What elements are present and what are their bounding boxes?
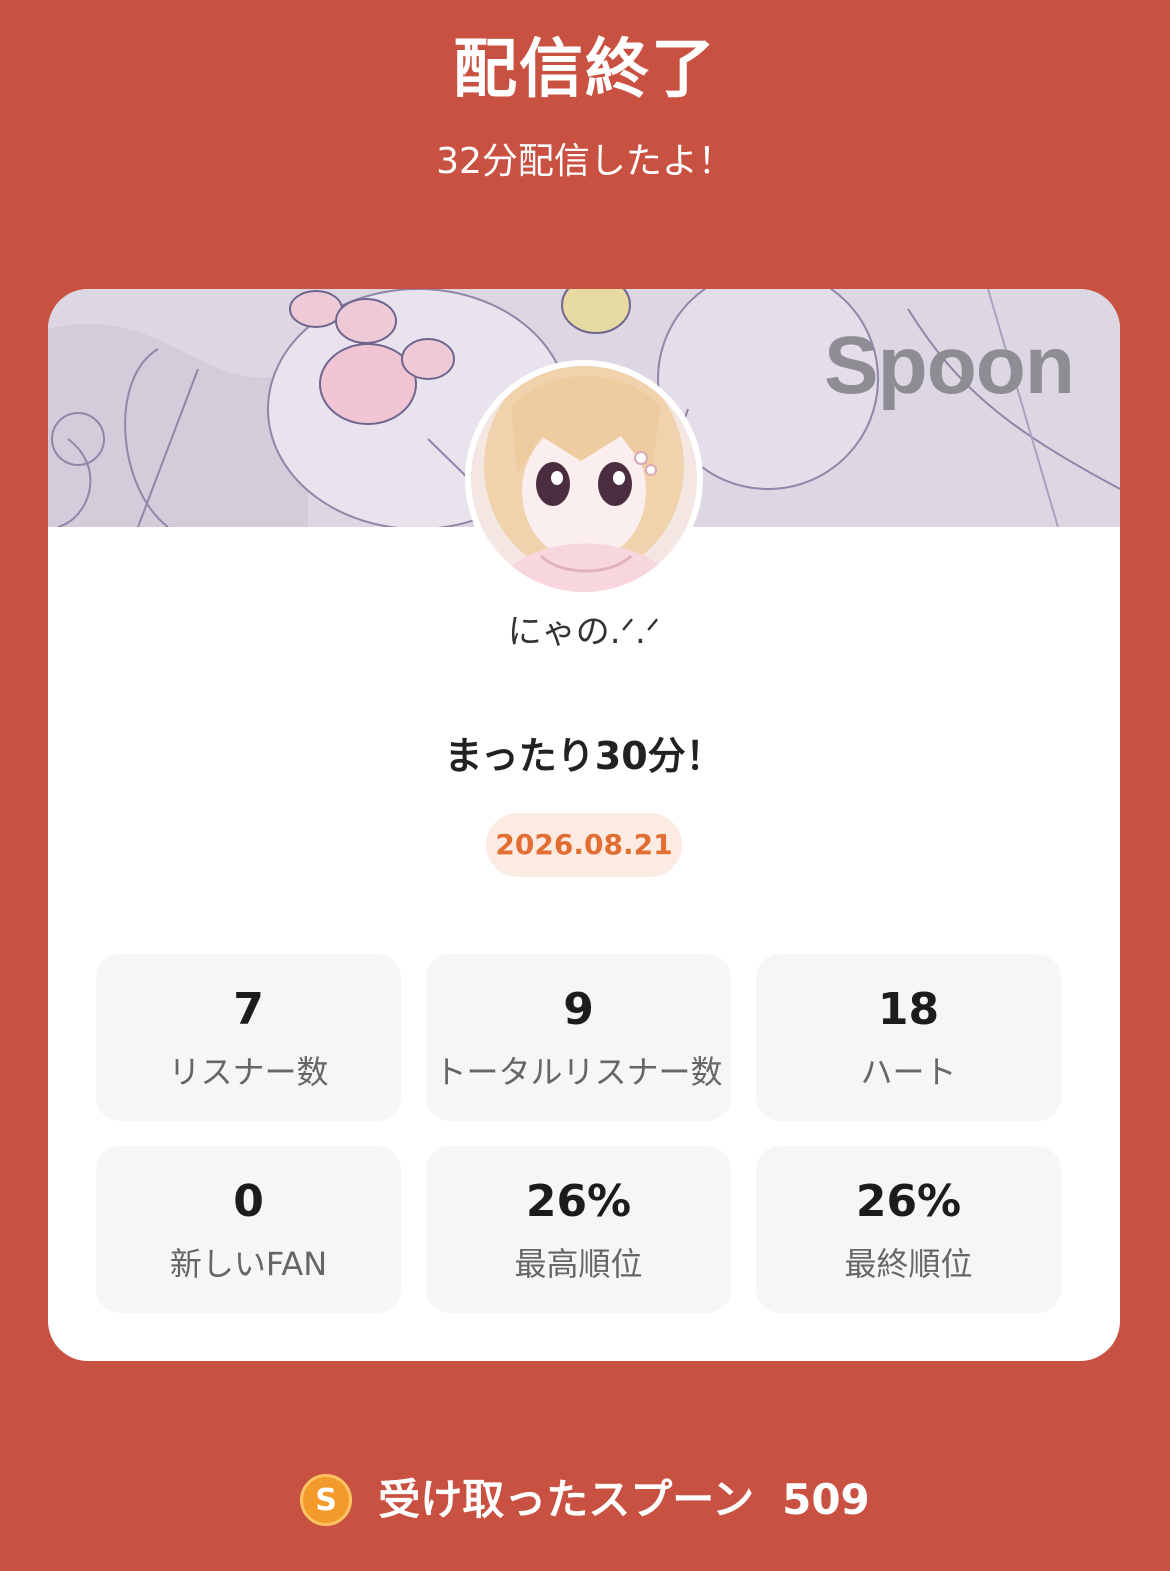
broadcast-date-badge: 2026.08.21 bbox=[486, 813, 682, 877]
stat-value: 0 bbox=[233, 1176, 264, 1227]
spoon-logo: Spoon bbox=[823, 320, 1075, 411]
received-spoons-label: 受け取ったスプーン bbox=[378, 1475, 755, 1524]
received-spoons-count: 509 bbox=[782, 1475, 870, 1524]
stat-value: 18 bbox=[877, 984, 940, 1035]
avatar[interactable] bbox=[465, 360, 703, 598]
broadcast-title: まったり30分！ bbox=[444, 734, 724, 778]
broadcast-summary-card: Spoon にゃの.ᐟ.ᐟ まったり30分！ 2026.08.21 7 リスナー… bbox=[48, 289, 1120, 1361]
stat-highest-rank: 26% 最高順位 bbox=[426, 1146, 731, 1313]
stat-label: 新しいFAN bbox=[169, 1245, 328, 1283]
stat-new-fans: 0 新しいFAN bbox=[96, 1146, 401, 1313]
stat-value: 26% bbox=[525, 1176, 632, 1227]
stat-value: 26% bbox=[855, 1176, 962, 1227]
received-spoons: S 受け取ったスプーン 509 bbox=[0, 1470, 1170, 1530]
stat-hearts: 18 ハート bbox=[756, 954, 1061, 1121]
streamer-name: にゃの.ᐟ.ᐟ bbox=[507, 612, 661, 652]
avatar-illustration bbox=[471, 366, 697, 592]
spoon-coin-icon: S bbox=[300, 1474, 353, 1526]
stat-label: トータルリスナー数 bbox=[434, 1053, 723, 1091]
stat-label: 最高順位 bbox=[514, 1245, 643, 1283]
page-title: 配信終了 bbox=[453, 33, 717, 107]
stat-value: 7 bbox=[233, 984, 264, 1035]
stat-listeners: 7 リスナー数 bbox=[96, 954, 401, 1121]
stat-value: 9 bbox=[563, 984, 594, 1035]
broadcast-duration-text: 32分配信したよ！ bbox=[436, 141, 734, 182]
stat-label: リスナー数 bbox=[168, 1053, 329, 1091]
stat-total-listeners: 9 トータルリスナー数 bbox=[426, 954, 731, 1121]
stat-final-rank: 26% 最終順位 bbox=[756, 1146, 1061, 1313]
stat-label: ハート bbox=[860, 1053, 957, 1091]
stat-label: 最終順位 bbox=[844, 1245, 973, 1283]
